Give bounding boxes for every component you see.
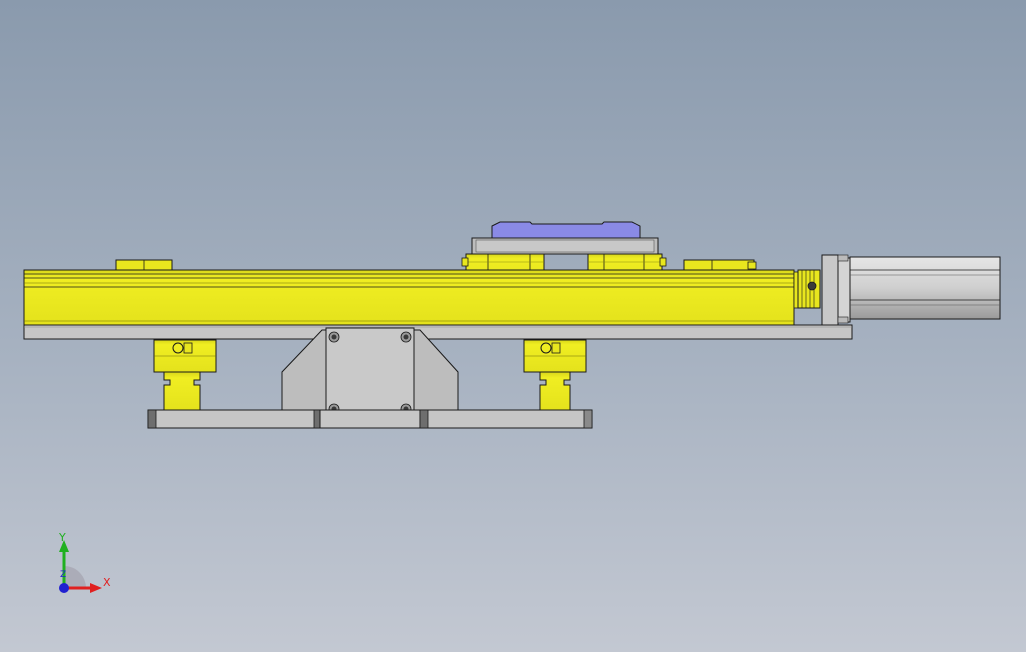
coordinate-triad [59, 540, 102, 593]
carriage-top-plate [471, 221, 659, 255]
z-axis-label: Z [60, 570, 67, 580]
cad-viewport[interactable]: Y X Z [0, 0, 1026, 652]
x-axis-label: X [103, 576, 111, 589]
center-mount-housing [281, 327, 459, 417]
y-axis-label: Y [59, 531, 66, 544]
shaft-coupling [793, 269, 821, 309]
servo-motor [821, 254, 1001, 326]
z-axis-dot [59, 583, 69, 593]
main-rail [23, 269, 795, 326]
end-stop-right [683, 259, 755, 272]
support-bracket-left [153, 339, 217, 412]
support-bracket-right [523, 339, 587, 412]
bottom-foot-plates [147, 409, 593, 429]
linear-module-model[interactable] [0, 0, 1026, 652]
